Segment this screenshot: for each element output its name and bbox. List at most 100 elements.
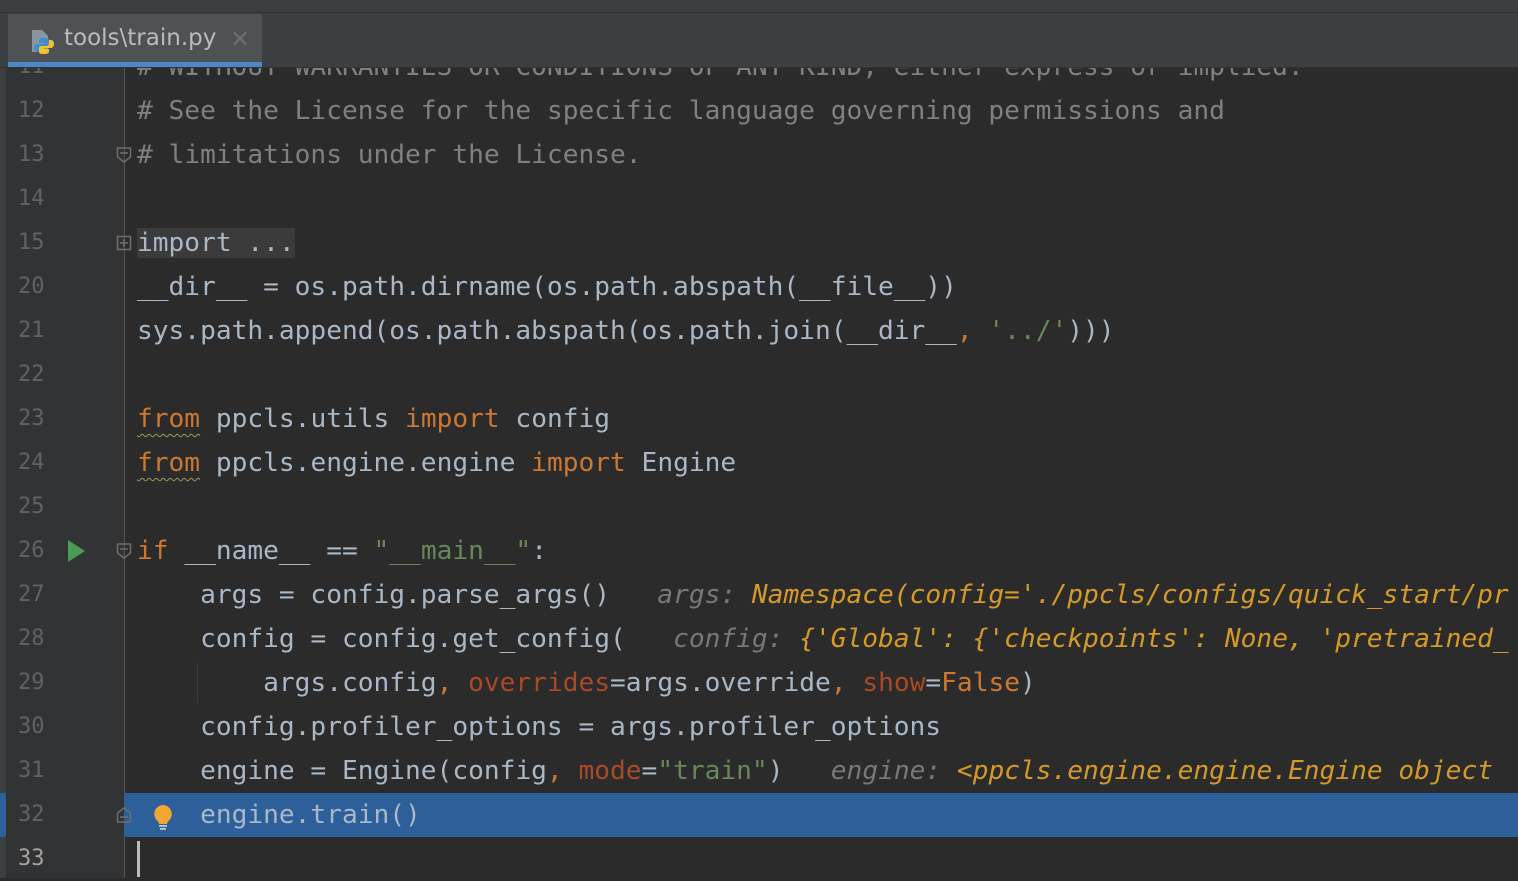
line-number[interactable]: 12 bbox=[6, 89, 124, 133]
code-line[interactable]: 14 bbox=[0, 177, 1518, 221]
parameter-token: mode bbox=[578, 756, 642, 786]
python-file-icon bbox=[32, 30, 54, 54]
fold-collapse-icon[interactable] bbox=[116, 543, 132, 559]
code-token: __name__ == bbox=[168, 536, 374, 566]
line-number[interactable]: 25 bbox=[6, 485, 124, 529]
keyword-token: from bbox=[137, 448, 201, 478]
folded-imports[interactable]: import ... bbox=[137, 228, 295, 258]
line-number[interactable]: 30 bbox=[6, 705, 124, 749]
keyword-token: , bbox=[830, 668, 863, 698]
keyword-token: import bbox=[405, 404, 500, 434]
code-token: ) bbox=[1020, 668, 1036, 698]
code-line[interactable]: 30 config.profiler_options = args.profil… bbox=[0, 705, 1518, 749]
line-number[interactable]: 21 bbox=[6, 309, 124, 353]
code-line[interactable]: 24 from ppcls.engine.engine import Engine bbox=[0, 441, 1518, 485]
code-text[interactable]: engine = Engine(config, mode="train") en… bbox=[137, 749, 1493, 793]
inline-hint-value: Namespace(config='./ppcls/configs/quick_… bbox=[751, 580, 1509, 610]
keyword-token: from bbox=[137, 404, 201, 434]
code-token: config.profiler_options = args.profiler_… bbox=[137, 712, 942, 742]
string-token: "__main__" bbox=[373, 536, 532, 566]
inline-hint-label: engine: bbox=[783, 756, 957, 786]
code-editor[interactable]: 11# WITHOUT WARRANTIES OR CONDITIONS OF … bbox=[0, 45, 1518, 881]
code-text[interactable]: args.config, overrides=args.override, sh… bbox=[137, 661, 1036, 705]
code-line[interactable]: 23 from ppcls.utils import config bbox=[0, 397, 1518, 441]
code-text[interactable]: if __name__ == "__main__": bbox=[137, 529, 547, 573]
code-text[interactable]: sys.path.append(os.path.abspath(os.path.… bbox=[137, 309, 1115, 353]
code-line[interactable]: 22 bbox=[0, 353, 1518, 397]
code-token: config bbox=[499, 404, 611, 434]
run-icon[interactable] bbox=[68, 540, 85, 562]
code-line[interactable]: 26 if __name__ == "__main__": bbox=[0, 529, 1518, 573]
code-line[interactable]: 21 sys.path.append(os.path.abspath(os.pat… bbox=[0, 309, 1518, 353]
code-token: Engine bbox=[625, 448, 737, 478]
comment-token: # See the License for the specific langu… bbox=[137, 96, 1225, 126]
code-token: engine.train() bbox=[137, 800, 421, 830]
code-token: __dir__ = os.path.dirname(os.path.abspat… bbox=[137, 272, 957, 302]
code-line[interactable]: 27 args = config.parse_args() args: Name… bbox=[0, 573, 1518, 617]
keyword-token: False bbox=[941, 668, 1020, 698]
close-tab-icon[interactable]: × bbox=[230, 24, 250, 52]
inline-hint-label: args: bbox=[610, 580, 752, 610]
line-number[interactable]: 13 bbox=[6, 133, 124, 177]
code-line[interactable]: 12 # See the License for the specific lan… bbox=[0, 89, 1518, 133]
code-text[interactable]: __dir__ = os.path.dirname(os.path.abspat… bbox=[137, 265, 957, 309]
parameter-token: show bbox=[862, 668, 926, 698]
line-number[interactable]: 33 bbox=[6, 837, 124, 881]
code-token: config = config.get_config( bbox=[137, 624, 626, 654]
line-number[interactable]: 27 bbox=[6, 573, 124, 617]
code-text[interactable]: args = config.parse_args() args: Namespa… bbox=[137, 573, 1509, 617]
fold-collapse-icon[interactable] bbox=[116, 147, 132, 163]
string-token: "train" bbox=[657, 756, 768, 786]
code-token: ) bbox=[767, 756, 784, 786]
code-line[interactable]: 15 import ... bbox=[0, 221, 1518, 265]
code-text[interactable]: import ... bbox=[137, 221, 295, 265]
fold-collapse-icon[interactable] bbox=[116, 807, 132, 823]
code-token: args.config bbox=[137, 668, 437, 698]
line-number[interactable]: 15 bbox=[6, 221, 124, 265]
code-text[interactable]: # See the License for the specific langu… bbox=[137, 89, 1225, 133]
inline-hint-value: <ppcls.engine.engine.Engine object bbox=[956, 756, 1493, 786]
code-text[interactable]: engine.train() bbox=[137, 793, 421, 837]
line-number[interactable]: 29 bbox=[6, 661, 124, 705]
code-text[interactable]: # limitations under the License. bbox=[137, 133, 642, 177]
code-token: sys.path.append(os.path.abspath(os.path.… bbox=[137, 316, 957, 346]
editor-tab-bar: tools\train.py × bbox=[0, 13, 1518, 68]
code-line[interactable]: 32 engine.train() bbox=[0, 793, 1518, 837]
code-text[interactable]: from ppcls.engine.engine import Engine bbox=[137, 441, 736, 485]
code-token: args = config.parse_args() bbox=[137, 580, 610, 610]
code-line[interactable]: 33 bbox=[0, 837, 1518, 881]
inline-hint-value: {'Global': {'checkpoints': None, 'pretra… bbox=[799, 624, 1509, 654]
code-text[interactable]: config = config.get_config( config: {'Gl… bbox=[137, 617, 1509, 661]
code-line[interactable]: 29 args.config, overrides=args.override,… bbox=[0, 661, 1518, 705]
line-number[interactable]: 22 bbox=[6, 353, 124, 397]
line-number[interactable]: 31 bbox=[6, 749, 124, 793]
line-number[interactable]: 32 bbox=[6, 793, 124, 837]
code-line[interactable]: 13 # limitations under the License. bbox=[0, 133, 1518, 177]
code-token: engine = Engine(config bbox=[137, 756, 547, 786]
text-caret bbox=[137, 841, 140, 877]
active-tab-indicator bbox=[8, 62, 262, 67]
code-line[interactable]: 31 engine = Engine(config, mode="train")… bbox=[0, 749, 1518, 793]
code-token: = bbox=[925, 668, 942, 698]
parameter-token: overrides bbox=[468, 668, 611, 698]
line-number[interactable]: 14 bbox=[6, 177, 124, 221]
code-text[interactable]: config.profiler_options = args.profiler_… bbox=[137, 705, 941, 749]
code-line[interactable]: 28 config = config.get_config( config: {… bbox=[0, 617, 1518, 661]
code-line[interactable]: 25 bbox=[0, 485, 1518, 529]
line-number[interactable]: 23 bbox=[6, 397, 124, 441]
comment-token: # limitations under the License. bbox=[137, 140, 642, 170]
line-number[interactable]: 26 bbox=[6, 529, 124, 573]
tab-train-py[interactable]: tools\train.py × bbox=[8, 14, 262, 67]
line-number[interactable]: 20 bbox=[6, 265, 124, 309]
keyword-token: , bbox=[546, 756, 579, 786]
keyword-token: , bbox=[436, 668, 469, 698]
code-token: ))) bbox=[1067, 316, 1115, 346]
fold-expand-icon[interactable] bbox=[116, 235, 132, 251]
line-number[interactable]: 24 bbox=[6, 441, 124, 485]
line-number[interactable]: 28 bbox=[6, 617, 124, 661]
keyword-token: import bbox=[531, 448, 626, 478]
tab-title: tools\train.py bbox=[64, 25, 217, 51]
code-text[interactable]: from ppcls.utils import config bbox=[137, 397, 610, 441]
string-token: '../' bbox=[988, 316, 1068, 346]
code-line[interactable]: 20 __dir__ = os.path.dirname(os.path.absp… bbox=[0, 265, 1518, 309]
